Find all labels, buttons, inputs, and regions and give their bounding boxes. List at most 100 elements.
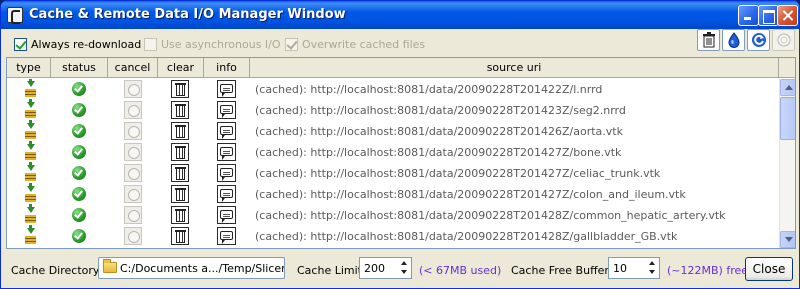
- cancel-transfer-button[interactable]: [124, 101, 142, 119]
- checkbox-box[interactable]: [285, 37, 298, 51]
- info-button[interactable]: [217, 80, 236, 98]
- cache-limit-label: Cache Limit:: [297, 263, 366, 277]
- cancel-transfer-button[interactable]: [124, 185, 142, 203]
- drop-icon: [726, 32, 742, 48]
- vertical-scrollbar[interactable]: [779, 79, 795, 248]
- table-row[interactable]: (cached): http://localhost:8081/data/200…: [7, 120, 779, 142]
- status-ok-icon: [72, 166, 86, 180]
- cancel-transfer-button[interactable]: [124, 80, 142, 98]
- maximize-button[interactable]: [758, 5, 779, 26]
- clear-entry-button[interactable]: [171, 206, 189, 224]
- info-button[interactable]: [217, 206, 236, 224]
- cancel-transfer-button[interactable]: [124, 227, 142, 245]
- clear-entry-button[interactable]: [171, 185, 189, 203]
- cancel-transfer-button[interactable]: [124, 143, 142, 161]
- refresh-icon: [751, 32, 767, 48]
- free-buffer-spinbox[interactable]: 10: [608, 257, 660, 279]
- async-io-checkbox[interactable]: Use asynchronous I/O: [144, 37, 281, 51]
- checkbox-box[interactable]: [144, 37, 157, 51]
- cache-limit-spinbox[interactable]: 200: [359, 257, 412, 279]
- bubble-tail: [222, 114, 225, 118]
- speech-bubble-icon: [220, 231, 233, 240]
- always-redownload-checkbox[interactable]: Always re-download: [14, 37, 141, 51]
- clear-entry-button[interactable]: [171, 101, 189, 119]
- source-uri-cell: (cached): http://localhost:8081/data/200…: [255, 104, 626, 117]
- spin-down-arrow-icon[interactable]: [646, 268, 658, 277]
- overwrite-cached-label: Overwrite cached files: [302, 37, 426, 51]
- clear-entry-button[interactable]: [171, 80, 189, 98]
- scroll-up-arrow-icon[interactable]: [780, 79, 795, 96]
- info-button[interactable]: [217, 122, 236, 140]
- header-cancel[interactable]: cancel: [108, 58, 158, 78]
- table-row[interactable]: (cached): http://localhost:8081/data/200…: [7, 183, 779, 205]
- table-row[interactable]: (cached): http://localhost:8081/data/200…: [7, 99, 779, 121]
- minimize-button[interactable]: [738, 5, 759, 26]
- trash-body: [176, 106, 185, 117]
- free-buffer-stepper[interactable]: [646, 259, 658, 277]
- download-type-icon: [25, 225, 36, 245]
- speech-bubble-icon: [220, 147, 233, 156]
- trash-body: [176, 148, 185, 159]
- cache-dir-label: Cache Directory:: [11, 263, 103, 277]
- download-type-icon: [25, 99, 36, 119]
- status-ok-icon: [72, 229, 86, 243]
- cancel-all-button[interactable]: [772, 29, 795, 51]
- window-title: Cache & Remote Data I/O Manager Window: [29, 7, 346, 22]
- spin-down-arrow-icon[interactable]: [398, 268, 410, 277]
- bubble-tail: [222, 156, 225, 160]
- header-clear[interactable]: clear: [158, 58, 204, 78]
- download-type-icon: [25, 162, 36, 182]
- status-ok-icon: [72, 208, 86, 222]
- close-button[interactable]: Close: [745, 257, 793, 281]
- clear-entry-button[interactable]: [171, 143, 189, 161]
- drop-cache-button[interactable]: [722, 29, 745, 51]
- spin-up-arrow-icon[interactable]: [646, 259, 658, 268]
- cancel-transfer-button[interactable]: [124, 164, 142, 182]
- bubble-tail: [222, 240, 225, 244]
- speech-bubble-icon: [220, 189, 233, 198]
- info-button[interactable]: [217, 101, 236, 119]
- scroll-thumb[interactable]: [780, 97, 795, 140]
- header-type[interactable]: type: [7, 58, 51, 78]
- table-row[interactable]: (cached): http://localhost:8081/data/200…: [7, 141, 779, 163]
- spin-up-arrow-icon[interactable]: [398, 259, 410, 268]
- overwrite-cached-checkbox[interactable]: Overwrite cached files: [285, 37, 425, 51]
- bubble-tail: [222, 219, 225, 223]
- refresh-button[interactable]: [747, 29, 770, 51]
- free-amount-text: (~122MB) free: [667, 263, 749, 277]
- status-ok-icon: [72, 103, 86, 117]
- trash-icon: [701, 32, 717, 48]
- bubble-tail: [222, 198, 225, 202]
- cache-limit-stepper[interactable]: [398, 259, 410, 277]
- clear-entry-button[interactable]: [171, 227, 189, 245]
- cache-directory-button[interactable]: C:/Documents a.../Temp/Slicer3: [98, 257, 285, 279]
- scroll-down-arrow-icon[interactable]: [780, 231, 795, 248]
- trash-body: [176, 211, 185, 222]
- table-row[interactable]: (cached): http://localhost:8081/data/200…: [7, 162, 779, 184]
- info-button[interactable]: [217, 164, 236, 182]
- bubble-tail: [222, 135, 225, 139]
- download-type-icon: [25, 141, 36, 161]
- header-info[interactable]: info: [204, 58, 250, 78]
- info-button[interactable]: [217, 185, 236, 203]
- cancel-transfer-button[interactable]: [124, 122, 142, 140]
- source-uri-cell: (cached): http://localhost:8081/data/200…: [255, 125, 623, 138]
- table-row[interactable]: (cached): http://localhost:8081/data/200…: [7, 204, 779, 226]
- cancel-transfer-button[interactable]: [124, 206, 142, 224]
- header-source-uri[interactable]: source uri: [250, 58, 779, 78]
- speech-bubble-icon: [220, 210, 233, 219]
- cache-directory-value: C:/Documents a.../Temp/Slicer3: [120, 262, 285, 275]
- header-status[interactable]: status: [51, 58, 108, 78]
- bubble-tail: [222, 93, 225, 97]
- clear-entry-button[interactable]: [171, 164, 189, 182]
- checkbox-box[interactable]: [14, 37, 27, 51]
- table-row[interactable]: (cached): http://localhost:8081/data/200…: [7, 79, 779, 100]
- info-button[interactable]: [217, 227, 236, 245]
- clear-all-button[interactable]: [697, 29, 720, 51]
- trash-body: [176, 127, 185, 138]
- title-bar[interactable]: Cache & Remote Data I/O Manager Window: [1, 1, 799, 29]
- table-row[interactable]: (cached): http://localhost:8081/data/200…: [7, 225, 779, 247]
- window-close-button[interactable]: [777, 5, 798, 26]
- info-button[interactable]: [217, 143, 236, 161]
- clear-entry-button[interactable]: [171, 122, 189, 140]
